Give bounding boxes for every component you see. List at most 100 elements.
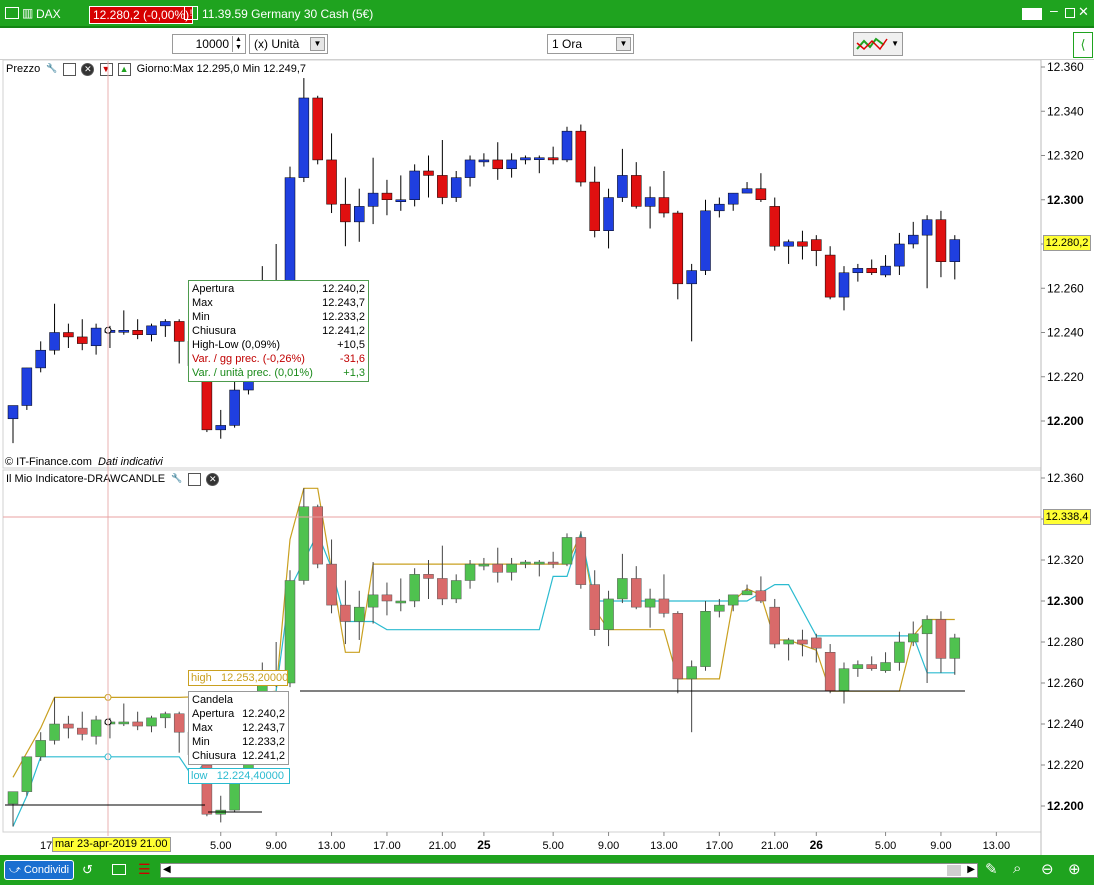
price-candle-body: [381, 192, 393, 201]
tooltip-label: Min: [192, 736, 210, 748]
price-candle-body: [326, 159, 337, 205]
indicator-lines: [12, 487, 955, 827]
share-icon: ⤻: [9, 864, 21, 876]
indicator-candle-body: [354, 606, 365, 622]
price-candle-body: [617, 175, 628, 198]
time-instrument-label: 11.39.59 Germany 30 Cash (5€): [202, 7, 374, 21]
x-tick-label: 13.00: [318, 840, 346, 852]
share-button[interactable]: ⤻ Condividi: [4, 860, 74, 880]
indicator-candle-body: [7, 791, 19, 805]
price-candle-body: [298, 97, 310, 178]
indicator-candle-body: [464, 563, 476, 581]
indicator-candle-body: [644, 598, 656, 608]
current-price-marker: 12.280,2: [1043, 235, 1091, 251]
price-candle-body: [173, 321, 185, 342]
price-candle-body: [797, 241, 808, 247]
price-candle-body: [160, 321, 171, 327]
price-candle-body: [201, 376, 213, 431]
price-candle-body: [880, 265, 891, 276]
indicator-candle-body: [77, 727, 88, 735]
bars-icon[interactable]: ☰: [138, 861, 151, 878]
price-candle-body: [284, 177, 296, 289]
price-candle-body: [478, 159, 490, 163]
indicator-candle-body: [21, 756, 33, 792]
y-tick-label: 12.360: [1047, 471, 1084, 485]
cursor-price-marker: 12.338,4: [1043, 509, 1091, 525]
zoom-fit-icon[interactable]: ⌕: [1013, 860, 1021, 877]
price-candle-body: [755, 188, 767, 200]
indicator-candle-body: [824, 652, 836, 692]
candle-tooltip-title: Candela: [192, 694, 233, 706]
tooltip-value: 12.240,2: [322, 283, 365, 295]
price-candle-body: [395, 199, 407, 202]
price-candle-body: [77, 336, 88, 344]
tooltip-row: High-Low (0,09%) +10,5: [192, 338, 365, 352]
price-candles: [7, 78, 961, 444]
indicator-candle-body: [506, 563, 517, 573]
tooltip-value: 12.233,2: [322, 311, 365, 323]
price-candle-body: [741, 188, 753, 194]
horizontal-scrollbar[interactable]: ◀ ▶: [160, 863, 978, 878]
price-candle-body: [672, 212, 684, 285]
undo-icon[interactable]: ↺: [82, 862, 93, 878]
minimize-icon[interactable]: –: [1050, 2, 1058, 18]
price-candle-body: [908, 234, 919, 245]
layout-icon[interactable]: [112, 864, 126, 875]
scroll-right-icon[interactable]: ▶: [967, 864, 975, 875]
x-tick-label: 21.00: [761, 840, 789, 852]
price-candle-body: [866, 268, 877, 274]
price-candle-body: [561, 130, 573, 161]
draw-tool-icon[interactable]: ✎: [985, 860, 998, 878]
price-candle-body: [437, 175, 448, 198]
zoom-out-icon[interactable]: ⊖: [1041, 860, 1054, 878]
price-candle-body: [575, 130, 587, 183]
close-icon[interactable]: ✕: [1078, 4, 1089, 20]
price-candle-body: [354, 206, 365, 223]
price-candle-body: [949, 239, 961, 262]
price-candle-body: [63, 332, 74, 338]
tooltip-row: Max 12.243,7: [192, 296, 365, 310]
indicator-candle-body: [409, 574, 420, 602]
price-candle-body: [589, 181, 600, 231]
copyright-label: © IT-Finance.com Dati indicativi: [5, 456, 163, 468]
indicator-candle-body: [90, 719, 102, 737]
price-candle-body: [603, 197, 614, 231]
restore-icon[interactable]: [1065, 8, 1075, 18]
chart-type-icon[interactable]: ▥: [22, 6, 33, 20]
tooltip-value: +1,3: [343, 367, 365, 379]
indicator-candles: [7, 488, 961, 827]
x-tick-label: 17.00: [706, 840, 734, 852]
scroll-left-icon[interactable]: ◀: [163, 864, 171, 875]
indicator-candle-body: [700, 611, 711, 667]
y-tick-label: 12.240: [1047, 717, 1084, 731]
tooltip-value: 12.241,2: [322, 325, 365, 337]
zoom-in-icon[interactable]: ⊕: [1068, 860, 1081, 878]
x-tick-label: 13.00: [650, 840, 678, 852]
price-candle-body: [824, 254, 836, 298]
price-candle-body: [21, 367, 33, 406]
indicator-candle-body: [35, 740, 46, 758]
indicator-candle-body: [811, 637, 822, 649]
indicator-candle-body: [783, 639, 794, 645]
keyboard-icon[interactable]: [1022, 8, 1042, 20]
price-candle-body: [146, 325, 157, 335]
price-candle-body: [894, 243, 905, 267]
candlestick-chart[interactable]: 12.360 12.340 12.320 12.300 12.280 12.260 12.2…: [0, 30, 1094, 855]
tooltip-row: Apertura 12.240,2: [192, 282, 365, 296]
indicator-candle-body: [450, 580, 462, 600]
indicator-candle-body: [866, 664, 877, 669]
y-tick-label: 12.360: [1047, 60, 1084, 74]
indicator-candle-body: [547, 561, 559, 565]
indicator-candle-body: [797, 639, 808, 645]
scroll-thumb[interactable]: [947, 865, 961, 876]
y-tick-label: 12.220: [1047, 758, 1084, 772]
indicator-candle-body: [312, 506, 323, 565]
tooltip-value: 12.241,2: [242, 750, 285, 762]
y-tick-label: 12.300: [1047, 594, 1084, 608]
x-tick-label: 21.00: [429, 840, 457, 852]
price-candle-body: [520, 157, 531, 161]
price-candle-body: [132, 330, 143, 335]
price-candle-body: [838, 272, 850, 298]
indicator-candle-body: [478, 563, 490, 567]
alert-icon[interactable]: !: [184, 6, 198, 20]
